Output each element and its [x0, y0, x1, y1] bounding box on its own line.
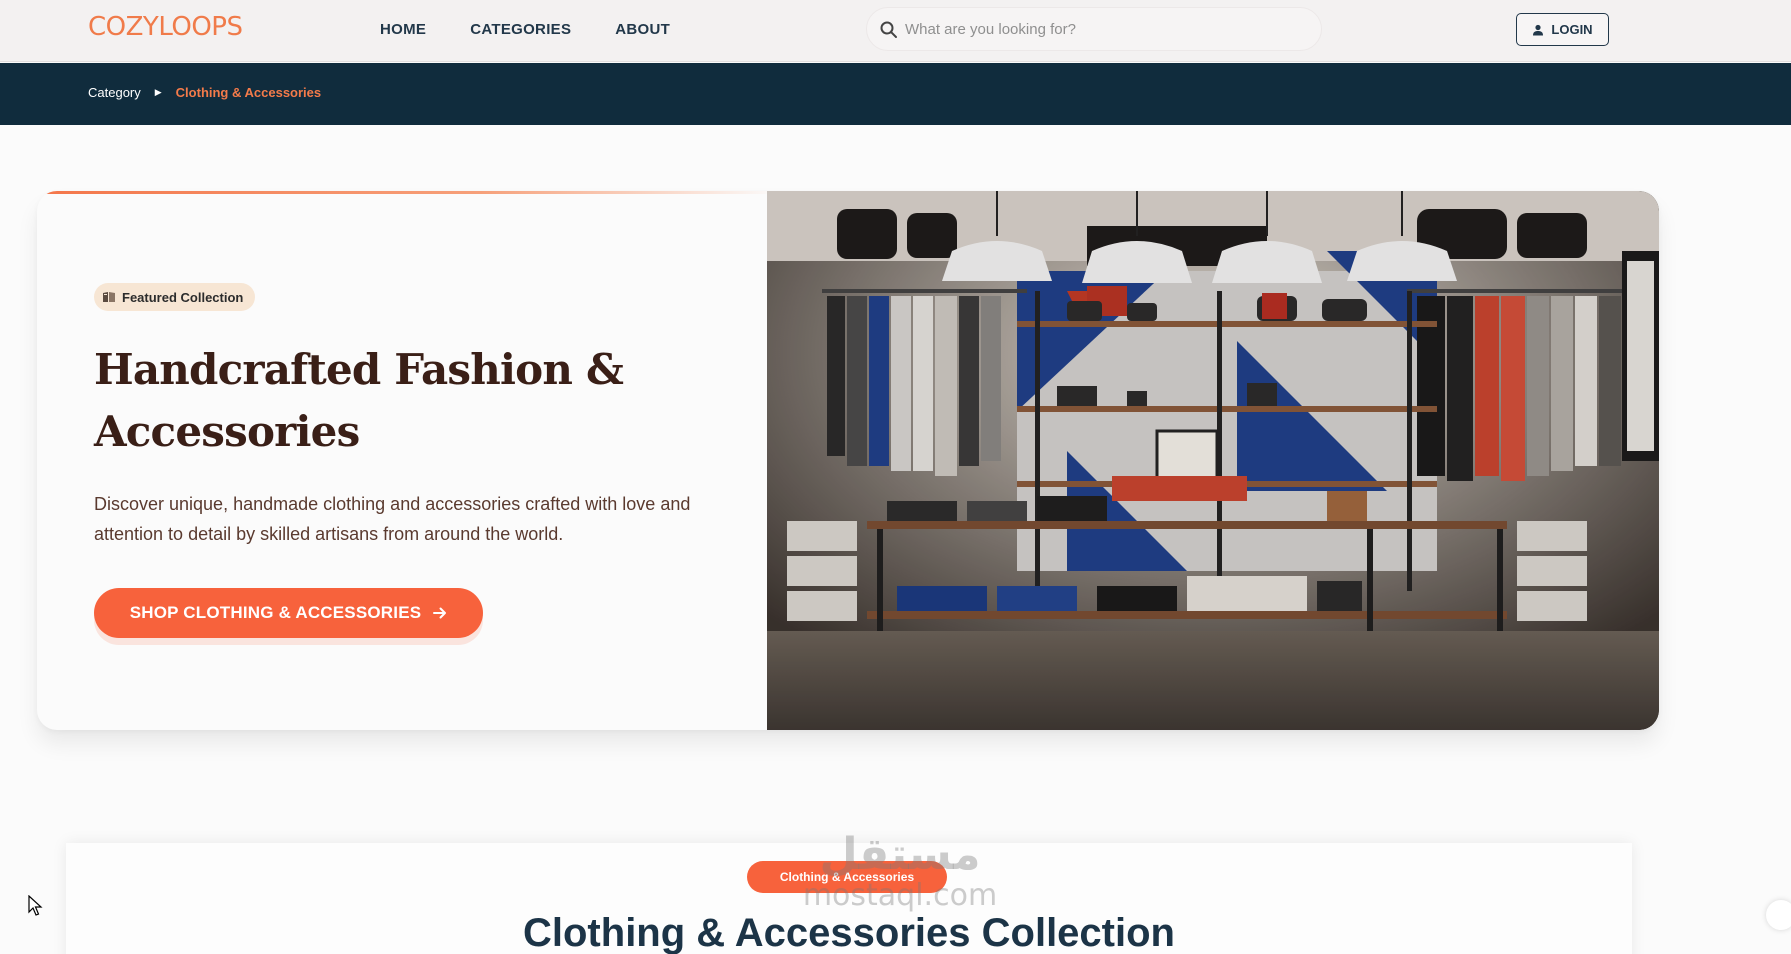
hero-accent-line [37, 191, 777, 194]
book-icon [103, 292, 115, 302]
search-input[interactable] [905, 8, 1305, 50]
login-button[interactable]: LOGIN [1516, 13, 1609, 46]
search-icon [880, 21, 897, 38]
store-illustration [767, 191, 1659, 730]
nav-categories-link[interactable]: CATEGORIES [470, 21, 571, 38]
featured-badge: Featured Collection [94, 283, 256, 311]
floating-widget[interactable] [1766, 900, 1791, 930]
watermark-arabic: مستقل [819, 829, 981, 880]
mouse-cursor-icon [28, 895, 43, 916]
breadcrumb: Category ▶ Clothing & Accessories [88, 85, 321, 100]
brand-logo[interactable]: COZYLOOPS [88, 12, 243, 42]
cta-label: SHOP CLOTHING & ACCESSORIES [129, 603, 422, 622]
shop-collection-button[interactable]: SHOP CLOTHING & ACCESSORIES [94, 588, 483, 638]
arrow-right-icon [433, 607, 447, 619]
search-bar[interactable] [866, 7, 1322, 51]
store-photo [767, 191, 1659, 730]
breadcrumb-current: Clothing & Accessories [175, 85, 322, 100]
nav-about-link[interactable]: ABOUT [615, 21, 670, 38]
user-icon [1533, 24, 1544, 35]
top-header: COZYLOOPS HOME CATEGORIES ABOUT LOGIN [0, 0, 1791, 62]
hero-title: Handcrafted Fashion & Accessories [94, 345, 624, 456]
watermark: مستقل mostaql.com [780, 830, 1020, 912]
nav-home-link[interactable]: HOME [380, 21, 426, 38]
hero-description: Discover unique, handmade clothing and a… [94, 494, 691, 544]
breadcrumb-bar: Category ▶ Clothing & Accessories [0, 63, 1791, 125]
collection-title: Clothing & Accessories Collection [523, 911, 1175, 954]
caret-right-icon: ▶ [154, 87, 162, 97]
breadcrumb-category-link[interactable]: Category [88, 85, 141, 100]
hero-card: Featured Collection Handcrafted Fashion … [37, 191, 1659, 730]
watermark-latin: mostaql.com [802, 878, 998, 913]
featured-badge-label: Featured Collection [122, 289, 244, 305]
main-nav: HOME CATEGORIES ABOUT [380, 21, 670, 38]
login-label: LOGIN [1551, 22, 1593, 37]
